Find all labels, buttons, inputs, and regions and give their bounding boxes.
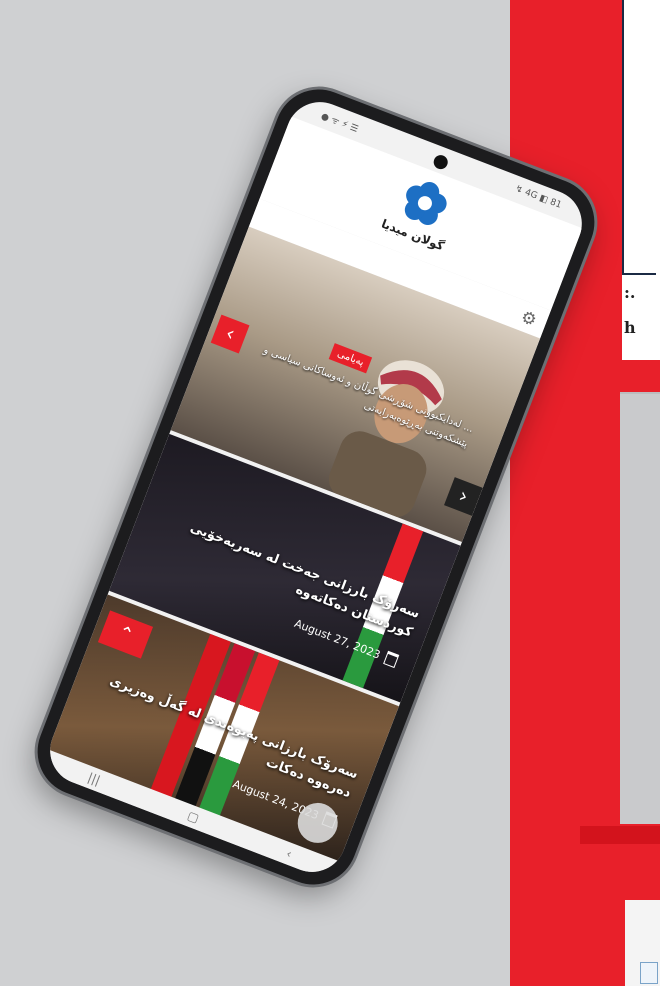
article-title[interactable]: سەرۆک بارزانی جەخت لە سەربەخۆیی کوردستان…	[143, 504, 422, 643]
side-text-1: :.	[624, 283, 636, 302]
gear-icon[interactable]: ⚙	[518, 307, 539, 331]
side-text-2: h	[624, 318, 636, 337]
back-icon[interactable]: ‹	[284, 846, 294, 861]
recent-apps-icon[interactable]: |||	[86, 770, 102, 787]
phone-screen: ● ᯤ ⚡ ☰ ↯ 4G ◧ 81 گولان میدیا ⚙ پەیامی .…	[40, 92, 592, 882]
chevron-left-icon[interactable]: ‹	[210, 314, 250, 354]
chevron-right-icon[interactable]: ›	[444, 477, 483, 516]
red-stripe	[580, 826, 660, 844]
home-icon[interactable]: ▢	[185, 808, 201, 825]
small-box	[640, 962, 658, 984]
share-badge-icon[interactable]: ⌃	[97, 610, 154, 659]
grey-content-box	[620, 392, 660, 824]
framed-box	[622, 0, 656, 275]
calendar-icon	[383, 650, 400, 669]
